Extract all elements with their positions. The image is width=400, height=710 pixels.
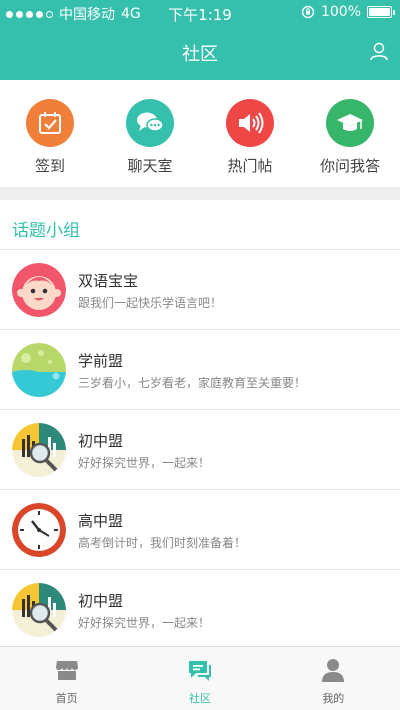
list-item[interactable]: 初中盟 好好探究世界，一起来！ <box>0 570 400 650</box>
tab-home[interactable]: 首页 <box>0 647 133 710</box>
quick-action-label: 热门帖 <box>227 157 273 175</box>
group-name: 学前盟 <box>78 352 124 370</box>
group-desc: 跟我们一起快乐学语言吧！ <box>78 296 223 310</box>
group-name: 高中盟 <box>78 512 124 530</box>
quick-actions: 签到 聊天室 热门帖 你问我答 <box>0 80 400 187</box>
tab-label: 我的 <box>322 692 345 705</box>
speaker-icon <box>226 99 274 147</box>
chat-icon <box>188 661 211 681</box>
orientation-lock-icon <box>301 5 315 19</box>
group-desc: 高考倒计时，我们时刻准备着！ <box>78 536 247 550</box>
bubbles-icon <box>12 343 66 397</box>
battery-percent: 100% <box>320 4 361 20</box>
store-icon <box>55 661 78 680</box>
tab-label: 社区 <box>188 692 211 705</box>
quick-action-checkin[interactable]: 签到 <box>0 80 100 187</box>
person-icon <box>322 659 345 682</box>
group-name: 初中盟 <box>78 432 124 450</box>
battery-icon <box>367 6 395 18</box>
magnifier-chart-icon <box>12 583 66 637</box>
list-item[interactable]: 双语宝宝 跟我们一起快乐学语言吧！ <box>0 250 400 330</box>
quick-action-chatroom[interactable]: 聊天室 <box>100 80 200 187</box>
list-item[interactable]: 高中盟 高考倒计时，我们时刻准备着！ <box>0 490 400 570</box>
magnifier-chart-icon <box>12 423 66 477</box>
tab-bar: 首页 社区 我的 <box>0 646 400 710</box>
section-header: 话题小组 <box>0 200 400 250</box>
quick-action-label: 你问我答 <box>319 157 380 175</box>
quick-action-hot-posts[interactable]: 热门帖 <box>200 80 300 187</box>
group-desc: 好好探究世界，一起来！ <box>78 616 211 630</box>
tab-community[interactable]: 社区 <box>133 647 266 710</box>
baby-face-icon <box>12 263 66 317</box>
header: 中国移动 4G 下午1:19 100% 社区 <box>0 0 400 80</box>
group-name: 双语宝宝 <box>78 272 139 290</box>
quick-action-label: 聊天室 <box>127 157 173 175</box>
section-title: 话题小组 <box>12 221 80 241</box>
tab-label: 首页 <box>55 692 78 705</box>
section-divider <box>0 187 400 200</box>
calendar-check-icon <box>26 99 74 147</box>
quick-action-qa[interactable]: 你问我答 <box>300 80 400 187</box>
group-list: 双语宝宝 跟我们一起快乐学语言吧！ 学前盟 三岁看小，七岁看老，家庭教育至关重要… <box>0 250 400 650</box>
user-icon[interactable] <box>368 40 390 62</box>
graduation-cap-icon <box>326 99 374 147</box>
status-bar: 中国移动 4G 下午1:19 100% <box>0 0 400 26</box>
clock-icon <box>12 503 66 557</box>
list-item[interactable]: 初中盟 好好探究世界，一起来！ <box>0 410 400 490</box>
tab-mine[interactable]: 我的 <box>267 647 400 710</box>
list-item[interactable]: 学前盟 三岁看小，七岁看老，家庭教育至关重要！ <box>0 330 400 410</box>
status-right: 100% <box>301 4 395 20</box>
chat-bubbles-icon <box>126 99 174 147</box>
page-title: 社区 <box>182 44 218 65</box>
group-desc: 好好探究世界，一起来！ <box>78 456 211 470</box>
quick-action-label: 签到 <box>34 157 65 175</box>
group-desc: 三岁看小，七岁看老，家庭教育至关重要！ <box>78 376 307 390</box>
group-name: 初中盟 <box>78 592 124 610</box>
title-bar: 社区 <box>0 26 400 80</box>
